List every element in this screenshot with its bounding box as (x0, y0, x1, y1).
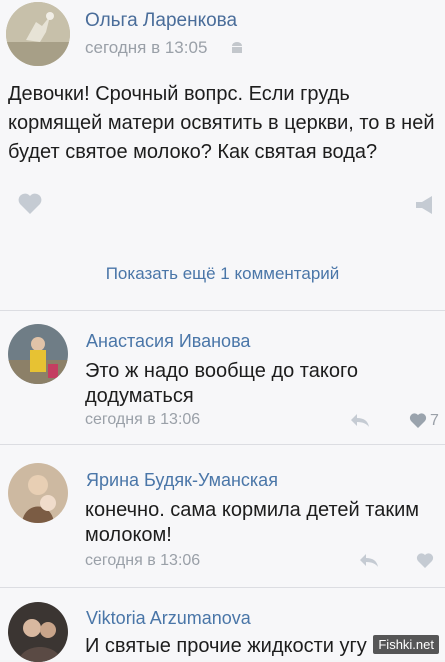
comment-like-count: 7 (430, 412, 439, 429)
heart-icon[interactable] (416, 553, 434, 574)
watermark-label: Fishki.net (373, 635, 439, 654)
reply-icon[interactable] (358, 552, 380, 573)
post-author-avatar[interactable] (6, 2, 70, 66)
post-time: сегодня в 13:05 (85, 38, 208, 57)
show-more-comments-link[interactable]: Показать ещё 1 комментарий (0, 264, 445, 284)
post-card: Ольга Ларенкова сегодня в 13:05 Девочки!… (0, 0, 445, 311)
comment-avatar[interactable] (8, 602, 68, 662)
comment-author-name[interactable]: Анастасия Иванова (86, 331, 250, 352)
comment-time: сегодня в 13:06 (85, 411, 201, 428)
android-icon (230, 41, 244, 62)
comment-author-name[interactable]: Viktoria Arzumanova (86, 608, 251, 629)
post-author-name[interactable]: Ольга Ларенкова (85, 10, 237, 32)
heart-icon[interactable] (409, 413, 427, 434)
comment-avatar[interactable] (8, 324, 68, 384)
reply-icon[interactable] (349, 412, 371, 433)
comment-text: Это ж надо вообще до такого додуматься (85, 360, 358, 407)
comment-item: Ярина Будяк-Уманская конечно. сама корми… (0, 445, 445, 588)
like-icon[interactable] (17, 193, 43, 220)
post-text: Девочки! Срочный вопрс. Если грудь кормя… (8, 83, 435, 163)
comment-time: сегодня в 13:06 (85, 552, 201, 569)
share-icon[interactable] (414, 194, 436, 221)
comment-item: Анастасия Иванова Это ж надо вообще до т… (0, 311, 445, 445)
comment-avatar[interactable] (8, 463, 68, 523)
comment-text: конечно. сама кормила детей таким молоко… (85, 499, 419, 546)
comment-author-name[interactable]: Ярина Будяк-Уманская (86, 470, 278, 491)
